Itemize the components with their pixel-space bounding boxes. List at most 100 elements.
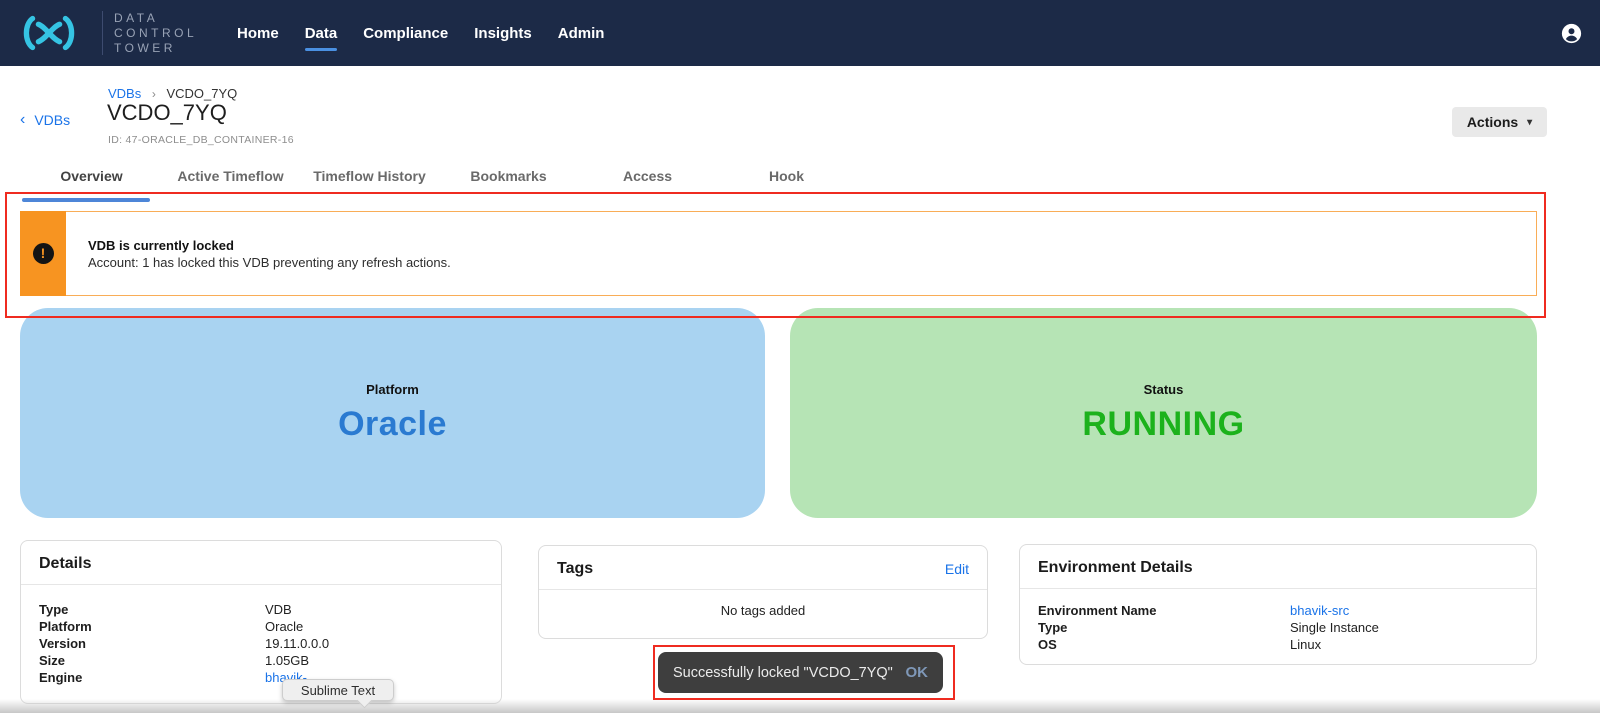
brand-wordmark: DATA CONTROL TOWER <box>114 11 197 56</box>
row-value: Single Instance <box>1290 619 1518 636</box>
environment-card-header: Environment Details <box>1020 545 1536 589</box>
row-label: Environment Name <box>1038 602 1290 619</box>
status-value: RUNNING <box>1082 405 1244 444</box>
brand-divider <box>102 11 103 55</box>
row-value: VDB <box>265 601 483 618</box>
sublime-text-tooltip: Sublime Text <box>282 679 394 701</box>
tab-label: Hook <box>769 168 804 184</box>
nav-item-data[interactable]: Data <box>305 25 338 42</box>
alert-message: Account: 1 has locked this VDB preventin… <box>88 255 1536 270</box>
row-value: 19.11.0.0.0 <box>265 635 483 652</box>
table-row: Engine bhavik- <box>39 669 483 686</box>
row-label: Version <box>39 635 265 652</box>
breadcrumb-current: VCDO_7YQ <box>166 86 237 101</box>
success-toast: Successfully locked "VCDO_7YQ" OK <box>658 652 943 693</box>
nav-item-label: Insights <box>474 25 532 42</box>
detail-tabs: Overview Active Timeflow Timeflow Histor… <box>22 160 856 202</box>
platform-summary-card: Platform Oracle <box>20 308 765 518</box>
nav-item-admin[interactable]: Admin <box>558 25 605 42</box>
nav-item-label: Data <box>305 25 338 42</box>
tab-label: Bookmarks <box>470 168 546 184</box>
chevron-left-icon: ‹ <box>20 113 25 127</box>
user-account-icon[interactable] <box>1561 23 1582 44</box>
tab-hook[interactable]: Hook <box>717 160 856 202</box>
status-label: Status <box>1144 382 1184 397</box>
active-tab-underline <box>22 198 150 202</box>
vdb-locked-alert: ! VDB is currently locked Account: 1 has… <box>20 211 1537 296</box>
chevron-right-icon: › <box>152 87 156 101</box>
table-row: Type Single Instance <box>1038 619 1518 636</box>
details-card-body: Type VDB Platform Oracle Version 19.11.0… <box>21 585 501 702</box>
tags-card-header: Tags Edit <box>539 546 987 590</box>
tags-card: Tags Edit No tags added <box>538 545 988 639</box>
brand-line: DATA <box>114 11 197 26</box>
back-link-label: VDBs <box>34 112 70 128</box>
table-row: Environment Name bhavik-src <box>1038 602 1518 619</box>
tags-card-body: No tags added <box>539 590 987 628</box>
tab-bookmarks[interactable]: Bookmarks <box>439 160 578 202</box>
table-row: Type VDB <box>39 601 483 618</box>
tab-active-timeflow[interactable]: Active Timeflow <box>161 160 300 202</box>
table-row: Version 19.11.0.0.0 <box>39 635 483 652</box>
row-value: Oracle <box>265 618 483 635</box>
vdb-id-label: ID: 47-ORACLE_DB_CONTAINER-16 <box>108 134 294 146</box>
alert-title: VDB is currently locked <box>88 238 1536 253</box>
tab-label: Timeflow History <box>313 168 426 184</box>
environment-card-body: Environment Name bhavik-src Type Single … <box>1020 589 1536 666</box>
row-label: Engine <box>39 669 265 686</box>
tab-timeflow-history[interactable]: Timeflow History <box>300 160 439 202</box>
tags-card-title: Tags <box>557 560 593 578</box>
table-row: Platform Oracle <box>39 618 483 635</box>
row-value: 1.05GB <box>265 652 483 669</box>
toast-ok-button[interactable]: OK <box>906 664 929 681</box>
tab-label: Active Timeflow <box>177 168 283 184</box>
caret-down-icon: ▾ <box>1527 117 1532 128</box>
tab-access[interactable]: Access <box>578 160 717 202</box>
alert-accent-bar: ! <box>20 211 66 296</box>
tab-label: Overview <box>60 168 122 184</box>
environment-details-card: Environment Details Environment Name bha… <box>1019 544 1537 665</box>
platform-label: Platform <box>366 382 419 397</box>
nav-item-insights[interactable]: Insights <box>474 25 532 42</box>
tags-empty-text: No tags added <box>557 600 969 618</box>
nav-item-label: Compliance <box>363 25 448 42</box>
status-summary-card: Status RUNNING <box>790 308 1537 518</box>
table-row: Size 1.05GB <box>39 652 483 669</box>
nav-item-label: Home <box>237 25 279 42</box>
app-window: DATA CONTROL TOWER Home Data Compliance … <box>0 0 1600 713</box>
row-label: Platform <box>39 618 265 635</box>
breadcrumb: VDBs › VCDO_7YQ <box>108 86 237 101</box>
platform-value: Oracle <box>338 405 447 444</box>
top-navbar: DATA CONTROL TOWER Home Data Compliance … <box>0 0 1600 66</box>
row-label: Type <box>39 601 265 618</box>
tab-label: Access <box>623 168 672 184</box>
environment-name-link[interactable]: bhavik-src <box>1290 602 1518 619</box>
tags-edit-link[interactable]: Edit <box>945 561 969 577</box>
back-to-vdbs-link[interactable]: ‹ VDBs <box>20 112 70 128</box>
details-card-title: Details <box>39 555 91 573</box>
main-nav: Home Data Compliance Insights Admin <box>237 0 604 66</box>
nav-item-label: Admin <box>558 25 605 42</box>
actions-button-label: Actions <box>1467 114 1518 130</box>
row-label: Size <box>39 652 265 669</box>
alert-body: VDB is currently locked Account: 1 has l… <box>66 211 1537 296</box>
details-card: Details Type VDB Platform Oracle Version… <box>20 540 502 704</box>
nav-item-compliance[interactable]: Compliance <box>363 25 448 42</box>
breadcrumb-vdbs-link[interactable]: VDBs <box>108 86 141 101</box>
row-value: Linux <box>1290 636 1518 653</box>
details-card-header: Details <box>21 541 501 585</box>
toast-message: Successfully locked "VCDO_7YQ" <box>673 665 893 681</box>
environment-card-title: Environment Details <box>1038 559 1193 577</box>
table-row: OS Linux <box>1038 636 1518 653</box>
tab-overview[interactable]: Overview <box>22 160 161 202</box>
row-label: OS <box>1038 636 1290 653</box>
nav-item-home[interactable]: Home <box>237 25 279 42</box>
actions-button[interactable]: Actions ▾ <box>1452 107 1547 137</box>
delphix-logo-icon[interactable] <box>20 13 78 53</box>
warning-icon: ! <box>33 243 54 264</box>
active-nav-underline <box>305 48 338 51</box>
page-title: VCDO_7YQ <box>107 100 227 126</box>
row-label: Type <box>1038 619 1290 636</box>
brand-line: TOWER <box>114 41 197 56</box>
brand-line: CONTROL <box>114 26 197 41</box>
